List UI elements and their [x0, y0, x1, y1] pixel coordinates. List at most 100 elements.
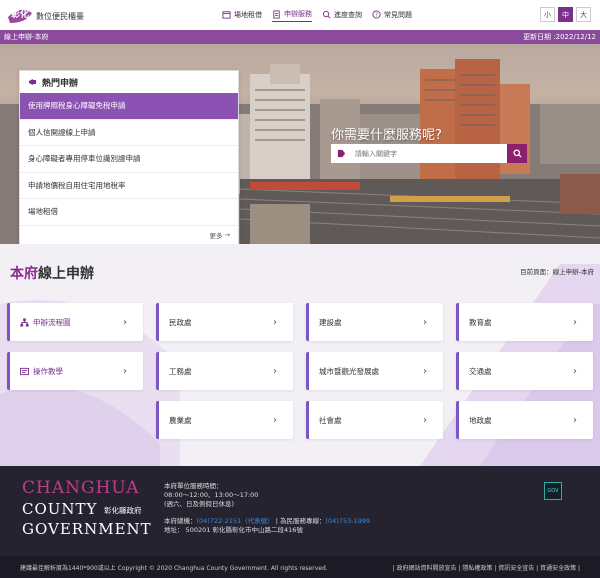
card-label: 交通處 — [469, 366, 492, 376]
card-label: 申辦流程圖 — [10, 317, 123, 328]
tag-icon — [337, 149, 346, 158]
dept-card-construction[interactable]: 建設處 › — [306, 303, 443, 341]
nav-progress-query[interactable]: 進度查詢 — [322, 9, 362, 22]
hot-title: 熱門申辦 — [20, 71, 238, 93]
chevron-right-icon: › — [423, 414, 427, 426]
search-icon — [322, 10, 331, 19]
card-label: 操作教學 — [10, 366, 123, 377]
card-label: 農業處 — [169, 415, 192, 425]
hotline-link[interactable]: (04)753-1999 — [325, 517, 370, 525]
arrow-right-icon: → — [224, 231, 230, 239]
svg-text:彰化: 彰化 — [11, 8, 29, 20]
hot-item[interactable]: 場地租借 — [20, 199, 238, 226]
card-label: 工務處 — [169, 366, 192, 376]
section-title-rest: 線上申辦 — [38, 266, 94, 282]
more-link[interactable]: 更多 → — [210, 230, 230, 240]
phone-label: 本府總機： — [164, 517, 197, 525]
hours-note: (週六、日及例假日休息) — [164, 500, 235, 508]
search-bar — [331, 144, 527, 163]
font-small-button[interactable]: 小 — [540, 7, 555, 22]
phone-line: 本府總機：(04)722-2151（代表號） | 為民服務專線：(04)753-… — [164, 517, 370, 526]
hot-item[interactable]: 身心障礙者專用停車位識別證申請 — [20, 146, 238, 173]
section-title-highlight: 本府 — [10, 266, 38, 282]
section-title: 本府線上申辦 — [10, 263, 94, 283]
card-label: 建設處 — [319, 317, 342, 327]
site-name: 數位便民櫃臺 — [36, 12, 84, 21]
flowchart-card[interactable]: 申辦流程圖 › — [7, 303, 143, 341]
main-nav: 場地租借 申辦服務 進度查詢 ? 常見問題 — [222, 9, 412, 22]
tutorial-card[interactable]: 操作教學 › — [7, 352, 143, 390]
page-label: 線上申辦-本府 — [4, 33, 49, 41]
chevron-right-icon: › — [573, 316, 577, 328]
nav-label: 常見問題 — [384, 10, 412, 19]
update-date: 更新日期 :2022/12/12 — [523, 33, 596, 41]
svg-text:?: ? — [375, 13, 378, 19]
chevron-right-icon: › — [573, 365, 577, 377]
nav-venue-rental[interactable]: 場地租借 — [222, 9, 262, 22]
card-label: 社會處 — [319, 415, 342, 425]
nav-faq[interactable]: ? 常見問題 — [372, 9, 412, 22]
breadcrumb: 目前頁面：線上申辦-本府 — [520, 268, 594, 276]
question-icon: ? — [372, 10, 381, 19]
chevron-right-icon: › — [123, 365, 127, 377]
dept-card-agriculture[interactable]: 農業處 › — [156, 401, 293, 439]
document-icon — [273, 9, 280, 19]
logo-chinese: 彰化縣政府 — [104, 506, 142, 515]
policy-links[interactable]: | 政府網站資料開放宣告 | 隱私權政策 | 資訊安全宣告 | 資通安全政策 | — [393, 563, 580, 572]
site-footer: CHANGHUA COUNTY GOVERNMENT 彰化縣政府 本府單位服務時… — [0, 466, 600, 556]
hot-applications-panel: 熱門申辦 使用牌照稅身心障礙免稅申請 個人信開證線上申請 身心障礙者專用停車位識… — [19, 70, 239, 246]
nav-label: 申辦服務 — [284, 10, 312, 18]
page-info-bar: 線上申辦-本府 更新日期 :2022/12/12 — [0, 30, 600, 44]
search-icon — [512, 149, 522, 158]
hot-item[interactable]: 使用牌照稅身心障礙免稅申請 — [20, 93, 238, 120]
dept-card-transportation[interactable]: 交通處 › — [456, 352, 593, 390]
font-size-switcher: 小 中 大 — [540, 7, 591, 22]
dept-card-social-affairs[interactable]: 社會處 › — [306, 401, 443, 439]
hours: 08:00～12:00、13:00～17:00 — [164, 491, 259, 499]
dept-card-public-works[interactable]: 工務處 › — [156, 352, 293, 390]
chevron-right-icon: › — [273, 365, 277, 377]
nav-label: 進度查詢 — [334, 10, 362, 19]
hot-item[interactable]: 個人信開證線上申請 — [20, 120, 238, 146]
hero-question: 你需要什麼服務呢? — [331, 128, 442, 143]
gov-accessibility-badge[interactable]: GOV — [544, 482, 562, 500]
hotline-label: | 為民服務專線： — [273, 517, 326, 525]
chevron-right-icon: › — [123, 316, 127, 328]
dept-card-education[interactable]: 教育處 › — [456, 303, 593, 341]
contact-info: 本府單位服務時間： 08:00～12:00、13:00～17:00 (週六、日及… — [164, 482, 370, 535]
logo-line1: CHANGHUA — [22, 478, 140, 498]
phone-link[interactable]: (04)722-2151（代表號） — [197, 517, 274, 525]
hot-item[interactable]: 申請地價稅自用住宅用地稅率 — [20, 173, 238, 199]
address: 地址： 500201 彰化縣彰化市中山路二段416號 — [164, 526, 303, 534]
chevron-right-icon: › — [423, 365, 427, 377]
site-header: 彰化 數位便民櫃臺 場地租借 申辦服務 進度查詢 ? 常見問題 小 中 大 — [0, 0, 600, 30]
chevron-right-icon: › — [273, 316, 277, 328]
tutorial-icon — [20, 367, 29, 375]
hours-title: 本府單位服務時間： — [164, 482, 223, 490]
chevron-right-icon: › — [573, 414, 577, 426]
calendar-icon — [222, 11, 231, 19]
card-text: 申辦流程圖 — [33, 317, 71, 327]
nav-application-service[interactable]: 申辦服務 — [272, 9, 312, 22]
search-button[interactable] — [507, 144, 527, 163]
copyright-bar: 建議最佳解析度為1440*900或以上 Copyright © 2020 Cha… — [0, 556, 600, 578]
font-medium-button[interactable]: 中 — [558, 7, 573, 22]
font-large-button[interactable]: 大 — [576, 7, 591, 22]
dept-card-urban-tourism[interactable]: 城市暨觀光發展處 › — [306, 352, 443, 390]
hot-title-text: 熱門申辦 — [42, 78, 79, 89]
nav-label: 場地租借 — [234, 10, 262, 19]
flowchart-icon — [20, 317, 29, 327]
card-label: 民政處 — [169, 317, 192, 327]
chevron-right-icon: › — [423, 316, 427, 328]
chevron-right-icon: › — [273, 414, 277, 426]
card-label: 教育處 — [469, 317, 492, 327]
dept-card-land-administration[interactable]: 地政處 › — [456, 401, 593, 439]
changhua-logo[interactable]: 彰化 — [6, 3, 34, 27]
copyright-text: 建議最佳解析度為1440*900或以上 Copyright © 2020 Cha… — [20, 565, 328, 572]
search-input[interactable] — [331, 144, 507, 163]
card-label: 地政處 — [469, 415, 492, 425]
card-label: 城市暨觀光發展處 — [319, 366, 379, 376]
card-text: 操作教學 — [33, 366, 63, 376]
megaphone-icon — [29, 79, 36, 85]
dept-card-civil-affairs[interactable]: 民政處 › — [156, 303, 293, 341]
